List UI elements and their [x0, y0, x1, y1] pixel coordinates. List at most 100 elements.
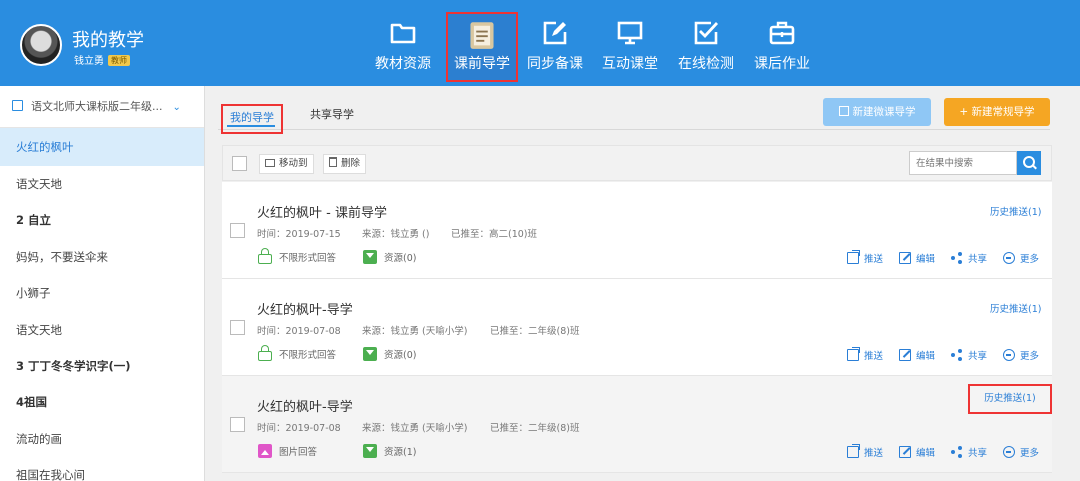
share-button[interactable]: 共享 [951, 251, 987, 265]
select-all-checkbox[interactable] [232, 156, 247, 171]
download-icon [363, 250, 377, 264]
main-content: 我的导学 共享导学 新建微课导学 + 新建常规导学 移动到 删除 火红的枫叶 -… [218, 86, 1068, 481]
search-icon[interactable] [1017, 151, 1041, 175]
clipboard-icon [470, 22, 494, 49]
sidebar-unit[interactable]: 3 丁丁冬冬学识字(一) [0, 348, 204, 384]
row-checkbox[interactable] [230, 223, 245, 238]
more-button[interactable]: 更多 [1003, 251, 1039, 265]
history-push-link[interactable]: 历史推送(1) [968, 384, 1052, 414]
textbook-label: 语文北师大课标版二年级... [31, 100, 163, 113]
guide-card: 火红的枫叶-导学 时间：2019-07-08 来源：钱立勇 (天喻小学) 已推至… [222, 376, 1052, 473]
nav-interactive-class[interactable]: 互动课堂 [594, 12, 666, 82]
sidebar-unit[interactable]: 4祖国 [0, 384, 204, 420]
move-to-label: 移动到 [279, 158, 308, 169]
tab-my-guides[interactable]: 我的导学 [221, 104, 283, 134]
more-icon [1003, 252, 1015, 264]
nav-online-test[interactable]: 在线检测 [670, 12, 742, 82]
textbook-selector[interactable]: 语文北师大课标版二年级... ⌄ [0, 86, 204, 128]
share-icon [951, 252, 963, 264]
guide-source: 来源：钱立勇 () [362, 229, 430, 240]
play-icon [838, 106, 849, 116]
avatar[interactable] [20, 24, 62, 66]
resources-label: 资源(0) [384, 253, 417, 264]
push-icon [847, 347, 860, 361]
sidebar-item[interactable]: 祖国在我心间 [0, 457, 204, 481]
resources-link[interactable]: 资源(0) [363, 250, 416, 264]
brand-title: 我的教学 [72, 30, 144, 51]
sidebar-item[interactable]: 语文天地 [0, 166, 204, 202]
resources-label: 资源(1) [384, 447, 417, 458]
nav-label: 课后作业 [754, 56, 810, 72]
share-icon [951, 349, 963, 361]
nav-label: 课前导学 [454, 56, 510, 72]
push-label: 推送 [864, 351, 884, 362]
folder-icon [390, 23, 416, 44]
guide-title[interactable]: 火红的枫叶-导学 [257, 396, 353, 415]
share-button[interactable]: 共享 [951, 348, 987, 362]
guide-time: 时间：2019-07-08 [257, 423, 341, 434]
share-button[interactable]: 共享 [951, 445, 987, 459]
more-icon [1003, 349, 1015, 361]
brand: 我的教学 钱立勇 教师 [20, 24, 220, 68]
monitor-icon [617, 21, 643, 45]
resources-link[interactable]: 资源(0) [363, 347, 416, 361]
history-push-link[interactable]: 历史推送(1) [990, 301, 1041, 315]
briefcase-icon [769, 21, 795, 45]
sidebar-item[interactable]: 火红的枫叶 [0, 128, 204, 166]
answer-mode-label: 不限形式回答 [279, 253, 337, 264]
nav-textbook-resources[interactable]: 教材资源 [367, 12, 439, 82]
edit-button[interactable]: 编辑 [899, 348, 935, 362]
new-micro-guide-button[interactable]: 新建微课导学 [823, 98, 931, 126]
role-badge: 教师 [108, 55, 130, 66]
answer-mode-label: 图片回答 [279, 447, 318, 458]
delete-label: 删除 [341, 158, 361, 169]
sidebar-item[interactable]: 流动的画 [0, 421, 204, 457]
move-to-button[interactable]: 移动到 [259, 154, 314, 174]
unlock-icon [258, 345, 272, 361]
push-label: 推送 [864, 254, 884, 265]
answer-mode-label: 不限形式回答 [279, 350, 337, 361]
unlock-icon [258, 248, 272, 264]
new-regular-guide-button[interactable]: + 新建常规导学 [944, 98, 1050, 126]
push-label: 推送 [864, 448, 884, 459]
history-push-link[interactable]: 历史推送(1) [990, 204, 1041, 218]
edit-button[interactable]: 编辑 [899, 251, 935, 265]
push-button[interactable]: 推送 [847, 250, 884, 265]
delete-button[interactable]: 删除 [323, 154, 367, 174]
push-button[interactable]: 推送 [847, 347, 884, 362]
sidebar-unit[interactable]: 2 自立 [0, 202, 204, 238]
guide-card: 火红的枫叶 - 课前导学 时间：2019-07-15 来源：钱立勇 () 已推至… [222, 182, 1052, 279]
sidebar-item[interactable]: 妈妈，不要送伞来 [0, 239, 204, 275]
edit-icon [543, 21, 567, 45]
search-input[interactable] [909, 151, 1017, 175]
nav-sync-prep[interactable]: 同步备课 [519, 12, 591, 82]
sidebar-item[interactable]: 语文天地 [0, 312, 204, 348]
answer-mode: 不限形式回答 [258, 248, 337, 264]
resources-link[interactable]: 资源(1) [363, 444, 416, 458]
more-button[interactable]: 更多 [1003, 348, 1039, 362]
sidebar-item[interactable]: 小狮子 [0, 275, 204, 311]
guide-title[interactable]: 火红的枫叶-导学 [257, 299, 353, 318]
share-label: 共享 [968, 448, 988, 459]
nav-homework[interactable]: 课后作业 [746, 12, 818, 82]
tab-shared-guides[interactable]: 共享导学 [310, 106, 354, 122]
new-micro-guide-label: 新建微课导学 [852, 106, 916, 118]
edit-icon [899, 446, 911, 458]
more-button[interactable]: 更多 [1003, 445, 1039, 459]
more-label: 更多 [1020, 351, 1040, 362]
list-toolbar: 移动到 删除 [222, 145, 1052, 181]
push-icon [847, 250, 860, 264]
edit-label: 编辑 [916, 351, 936, 362]
book-icon [12, 100, 23, 111]
guide-title[interactable]: 火红的枫叶 - 课前导学 [257, 202, 387, 221]
download-icon [363, 444, 377, 458]
guide-card: 火红的枫叶-导学 时间：2019-07-08 来源：钱立勇 (天喻小学) 已推至… [222, 279, 1052, 376]
trash-icon [329, 157, 337, 167]
row-checkbox[interactable] [230, 417, 245, 432]
more-label: 更多 [1020, 254, 1040, 265]
nav-preview-guide[interactable]: 课前导学 [446, 12, 518, 82]
guide-time: 时间：2019-07-08 [257, 326, 341, 337]
push-button[interactable]: 推送 [847, 444, 884, 459]
row-checkbox[interactable] [230, 320, 245, 335]
edit-button[interactable]: 编辑 [899, 445, 935, 459]
